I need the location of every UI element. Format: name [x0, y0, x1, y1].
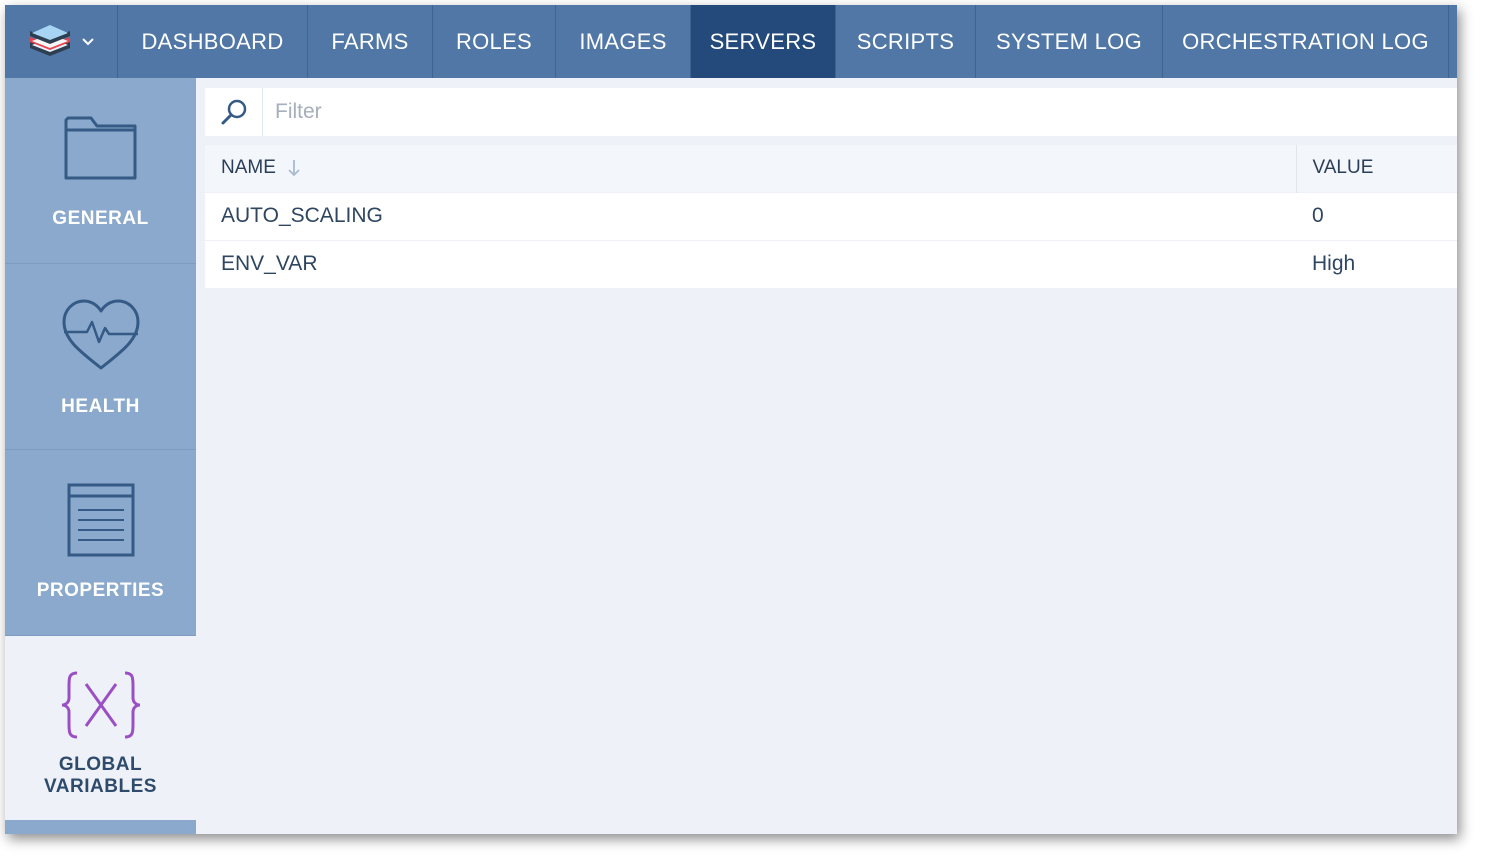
- nav-servers[interactable]: SERVERS: [691, 5, 836, 78]
- sidebar-item-label: HEALTH: [61, 396, 140, 417]
- sidebar-item-label: GENERAL: [52, 208, 149, 229]
- nav-system-log[interactable]: SYSTEM LOG: [976, 5, 1163, 78]
- sidebar-item-properties[interactable]: PROPERTIES: [5, 450, 196, 636]
- heart-pulse-icon: [62, 299, 139, 370]
- column-header-label: NAME: [221, 157, 276, 179]
- cell-name: ENV_VAR: [205, 239, 1296, 288]
- sort-down-arrow-icon: [288, 160, 300, 177]
- nav-orchestration-log[interactable]: ORCHESTRATION LOG: [1163, 5, 1449, 78]
- sidebar-item-label: PROPERTIES: [36, 580, 165, 601]
- variables-table: NAME VALUE AUTO_SCALING 0 ENV_VAR High: [205, 145, 1457, 288]
- sidebar-item-general[interactable]: GENERAL: [5, 78, 196, 264]
- cell-value: High: [1296, 239, 1457, 288]
- cell-name: AUTO_SCALING: [205, 191, 1296, 240]
- search-icon: [221, 99, 246, 125]
- nav-dashboard[interactable]: DASHBOARD: [118, 5, 308, 78]
- cell-value: 0: [1296, 191, 1457, 240]
- sidebar-item-label-line1: GLOBAL: [58, 754, 143, 775]
- document-icon: [67, 483, 134, 557]
- table-header-row: NAME VALUE: [205, 145, 1457, 192]
- table-row[interactable]: AUTO_SCALING 0: [205, 191, 1457, 240]
- sidebar-item-label-line2: VARIABLES: [44, 776, 157, 797]
- logo-menu-button[interactable]: [5, 5, 118, 78]
- column-header-value[interactable]: VALUE: [1296, 145, 1457, 192]
- sidebar-item-global-variables[interactable]: GLOBAL VARIABLES: [5, 636, 196, 820]
- app-window: DASHBOARD FARMS ROLES IMAGES SERVERS SCR…: [5, 5, 1457, 834]
- sidebar-item-label: GLOBAL VARIABLES: [44, 754, 157, 798]
- nav-images[interactable]: IMAGES: [556, 5, 691, 78]
- main-content: NAME VALUE AUTO_SCALING 0 ENV_VAR High: [205, 88, 1457, 288]
- sidebar-footer-strip: [5, 820, 196, 834]
- sidebar-item-health[interactable]: HEALTH: [5, 264, 196, 450]
- column-header-name[interactable]: NAME: [205, 145, 1297, 192]
- nav-farms[interactable]: FARMS: [308, 5, 433, 78]
- nav-roles[interactable]: ROLES: [433, 5, 556, 78]
- chevron-down-icon: [82, 37, 94, 45]
- top-navigation: DASHBOARD FARMS ROLES IMAGES SERVERS SCR…: [5, 5, 1457, 78]
- filter-bar: [205, 88, 1457, 136]
- table-row[interactable]: ENV_VAR High: [205, 239, 1457, 288]
- sidebar: GENERAL HEALTH PROPERTIES GLOBAL VARIABL…: [5, 78, 196, 834]
- filter-input[interactable]: [263, 88, 1457, 136]
- braces-x-icon: [61, 671, 140, 739]
- search-button[interactable]: [205, 88, 263, 136]
- nav-scripts[interactable]: SCRIPTS: [836, 5, 976, 78]
- stack-logo-icon: [30, 24, 70, 56]
- folder-icon: [64, 116, 136, 180]
